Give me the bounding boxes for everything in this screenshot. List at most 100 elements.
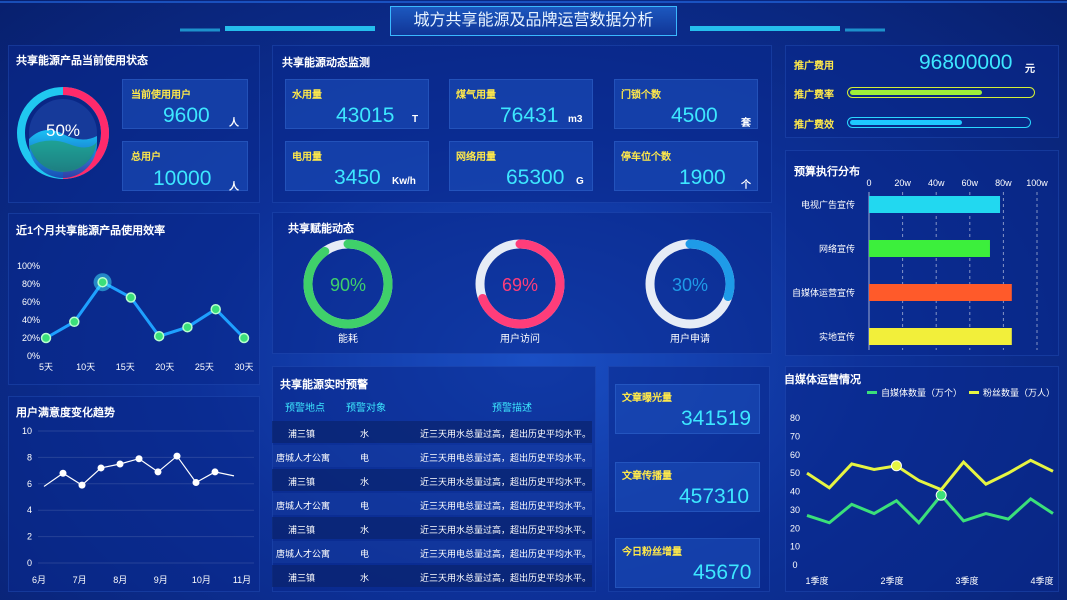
- y-tick-label: 4: [27, 505, 32, 515]
- x-tick-label: 4季度: [1030, 575, 1053, 586]
- legend-swatch: [969, 391, 979, 394]
- data-point: [69, 316, 80, 328]
- article-label: 文章传播量: [622, 471, 672, 482]
- promo-effect-fill: [850, 120, 962, 125]
- data-point: [97, 276, 108, 288]
- x-tick-label: 3季度: [955, 575, 978, 586]
- warning-row: 浦三镇 水 近三天用水总量过高，超出历史平均水平。: [272, 565, 592, 587]
- data-point: [153, 330, 165, 342]
- efficiency-title: 近1个月共享能源产品使用效率: [16, 225, 166, 237]
- x-tick-label: 15天: [116, 362, 135, 372]
- monitor-value: 43015: [336, 104, 395, 127]
- warning-target: 电: [360, 549, 370, 559]
- x-tick-label: 8月: [113, 575, 127, 585]
- warning-location: 唐城人才公寓: [276, 453, 331, 463]
- total-users-label: 总用户: [131, 152, 161, 163]
- monitor-value: 4500: [671, 104, 718, 127]
- empower-rings: 90% 能耗 69% 用户访问 30% 用户申请: [303, 239, 735, 345]
- budget-bar: [869, 284, 1012, 301]
- ring-percent: 50%: [46, 121, 80, 140]
- promo-cost-value: 96800000: [919, 51, 1013, 74]
- warning-location: 浦三镇: [288, 477, 316, 487]
- data-point: [59, 469, 67, 477]
- y-tick-label: 50: [790, 468, 800, 478]
- y-tick-label: 60%: [22, 297, 40, 307]
- ring-label: 能耗: [338, 332, 358, 345]
- monitor-box: 煤气用量 76431 m3: [449, 79, 593, 129]
- monitor-unit: T: [412, 114, 419, 125]
- y-tick-label: 10: [22, 426, 32, 436]
- monitor-label: 停车位个数: [621, 152, 671, 163]
- monitor-label: 电用量: [292, 152, 322, 163]
- article-value: 341519: [681, 407, 752, 430]
- monitor-unit: 个: [741, 180, 751, 191]
- warning-row: 浦三镇 水 近三天用水总量过高，超出历史平均水平。: [272, 469, 592, 491]
- x-tick-label: 1季度: [805, 575, 828, 586]
- x-tick-label: 6月: [32, 575, 46, 585]
- article-value: 457310: [679, 485, 750, 508]
- data-point: [125, 292, 137, 303]
- warning-desc: 近三天用水总量过高，超出历史平均水平。: [420, 573, 592, 583]
- warning-desc: 近三天用电总量过高，超出历史平均水平。: [420, 549, 592, 559]
- ring-percent: 90%: [330, 275, 366, 295]
- monitor-box: 网络用量 65300 G: [449, 141, 593, 191]
- warning-location: 浦三镇: [288, 573, 316, 583]
- y-tick-label: 40%: [22, 315, 40, 325]
- y-tick-label: 0%: [27, 351, 40, 361]
- y-tick-label: 8: [27, 452, 32, 462]
- warning-target: 电: [360, 501, 370, 511]
- x-tick-label: 30天: [234, 362, 253, 372]
- highlight-point: [890, 460, 902, 472]
- data-point: [78, 481, 86, 489]
- promo-rate-fill: [850, 90, 983, 95]
- article-label: 文章曝光量: [622, 393, 672, 404]
- monitor-value: 3450: [334, 166, 381, 189]
- x-tick-label: 11月: [233, 575, 251, 585]
- article-box: 文章曝光量 341519: [615, 384, 760, 434]
- y-tick-label: 80: [790, 413, 800, 423]
- efficiency-chart: 0% 20% 40% 60% 80% 100% 5天 10天 15天 20天 25天 30天: [17, 261, 254, 372]
- y-tick-label: 2: [27, 532, 32, 542]
- y-tick-label: 40: [790, 487, 800, 497]
- y-tick-label: 80%: [22, 279, 40, 289]
- monitor-unit: Kw/h: [392, 176, 416, 187]
- current-users-value: 9600: [163, 104, 210, 127]
- legend-label: 粉丝数量（万人）: [983, 387, 1055, 398]
- series-line: [806, 458, 1054, 492]
- article-box: 今日粉丝增量 45670: [615, 538, 760, 588]
- data-point: [116, 460, 124, 468]
- warning-target: 水: [360, 573, 370, 583]
- warning-header-location: 预警地点: [285, 403, 325, 414]
- x-tick-label: 100w: [1026, 178, 1048, 188]
- monitor-value: 1900: [679, 166, 726, 189]
- ring-label: 用户申请: [670, 332, 710, 345]
- current-users-unit: 人: [229, 118, 239, 129]
- data-point: [173, 452, 181, 460]
- bar-category-label: 电视广告宣传: [801, 199, 855, 210]
- current-users-box: 当前使用用户 9600 人: [122, 79, 248, 129]
- status-title: 共享能源产品当前使用状态: [16, 55, 148, 67]
- warning-location: 唐城人才公寓: [276, 549, 331, 559]
- x-tick-label: 2季度: [880, 575, 903, 586]
- article-value: 45670: [693, 561, 752, 584]
- budget-chart: 0 20w 40w 60w 80w 100w 电视广告宣传网络宣传自媒体运营宣传实地宣传: [792, 178, 1048, 350]
- ring-percent: 69%: [502, 275, 538, 295]
- ring-label: 用户访问: [500, 332, 540, 345]
- warning-row: 唐城人才公寓 电 近三天用电总量过高，超出历史平均水平。: [272, 445, 592, 467]
- total-users-unit: 人: [229, 182, 239, 193]
- highlight-point: [935, 489, 947, 501]
- x-tick-label: 40w: [928, 178, 945, 188]
- y-tick-label: 0: [27, 558, 32, 568]
- warning-desc: 近三天用电总量过高，超出历史平均水平。: [420, 453, 592, 463]
- warning-target: 电: [360, 453, 370, 463]
- y-tick-label: 10: [790, 542, 800, 552]
- warning-desc: 近三天用水总量过高，超出历史平均水平。: [420, 477, 592, 487]
- data-point: [210, 303, 221, 315]
- y-tick-label: 70: [790, 431, 800, 441]
- monitor-unit: G: [576, 176, 584, 187]
- x-tick-label: 25天: [195, 362, 214, 372]
- usage-ring: 50%: [17, 87, 109, 179]
- page-title: 城方共享能源及品牌运营数据分析: [390, 6, 677, 36]
- legend-swatch: [867, 391, 877, 394]
- data-point: [238, 332, 250, 344]
